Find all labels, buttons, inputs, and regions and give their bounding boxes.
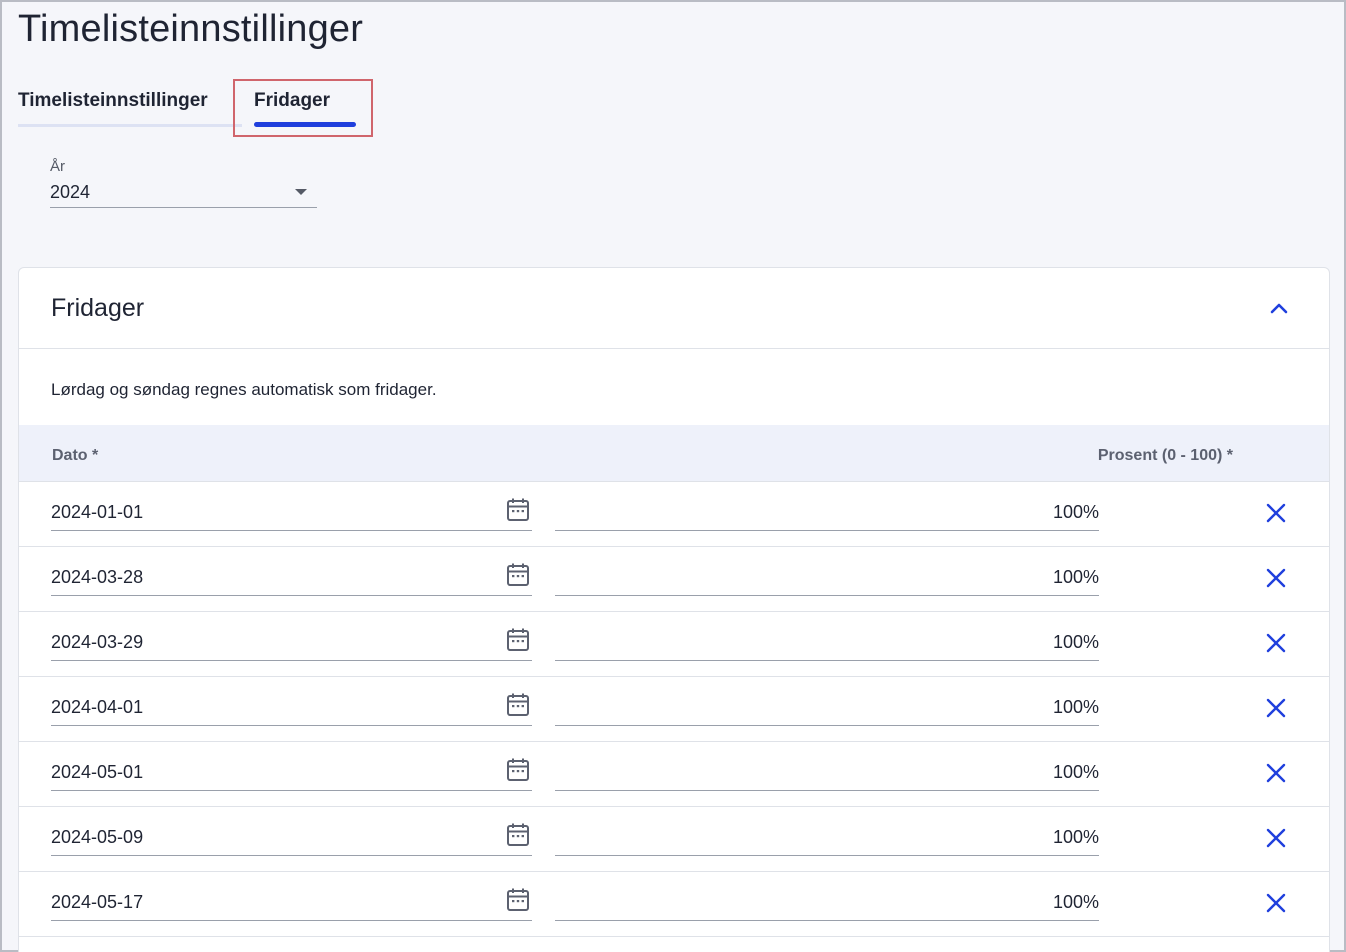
date-value: 2024-04-01 bbox=[51, 697, 144, 717]
date-value: 2024-05-01 bbox=[51, 762, 144, 782]
percent-input[interactable]: 100% bbox=[555, 497, 1099, 531]
percent-input-underline bbox=[555, 725, 1099, 726]
date-input[interactable]: 2024-03-29 bbox=[51, 627, 532, 661]
date-input-underline bbox=[51, 660, 532, 661]
date-value: 2024-05-17 bbox=[51, 892, 144, 912]
date-value: 2024-01-01 bbox=[51, 502, 144, 522]
calendar-icon[interactable] bbox=[506, 562, 530, 588]
percent-input[interactable]: 100% bbox=[555, 887, 1099, 921]
date-input-underline bbox=[51, 920, 532, 921]
table-row: 2024-01-01 100% bbox=[19, 482, 1329, 547]
table-row: 2024-05-01 100% bbox=[19, 742, 1329, 807]
table-row: 2024-03-28 100% bbox=[19, 547, 1329, 612]
column-header-date: Dato * bbox=[52, 447, 99, 464]
date-input-underline bbox=[51, 725, 532, 726]
close-icon[interactable] bbox=[1265, 632, 1287, 654]
percent-input-underline bbox=[555, 855, 1099, 856]
table-header: Dato * Prosent (0 - 100) * bbox=[19, 425, 1329, 482]
tab-timelisteinnstillinger[interactable]: Timelisteinnstillinger bbox=[18, 90, 208, 112]
date-input-underline bbox=[51, 595, 532, 596]
percent-value: 100% bbox=[1052, 762, 1099, 782]
close-icon[interactable] bbox=[1265, 892, 1287, 914]
date-input[interactable]: 2024-05-17 bbox=[51, 887, 532, 921]
percent-input-underline bbox=[555, 920, 1099, 921]
percent-input-underline bbox=[555, 660, 1099, 661]
chevron-up-icon[interactable] bbox=[1267, 298, 1291, 318]
card-header[interactable]: Fridager bbox=[19, 268, 1329, 349]
year-select[interactable]: År 2024 bbox=[50, 156, 317, 208]
caret-down-icon bbox=[295, 189, 307, 195]
date-input[interactable]: 2024-05-01 bbox=[51, 757, 532, 791]
percent-value: 100% bbox=[1052, 892, 1099, 912]
column-header-percent: Prosent (0 - 100) * bbox=[1097, 447, 1233, 464]
calendar-icon[interactable] bbox=[506, 497, 530, 523]
percent-value: 100% bbox=[1052, 502, 1099, 522]
percent-input-underline bbox=[555, 530, 1099, 531]
percent-input[interactable]: 100% bbox=[555, 757, 1099, 791]
table-row: 2024-05-17 100% bbox=[19, 872, 1329, 937]
close-icon[interactable] bbox=[1265, 827, 1287, 849]
close-icon[interactable] bbox=[1265, 567, 1287, 589]
date-input[interactable]: 2024-01-01 bbox=[51, 497, 532, 531]
date-input[interactable]: 2024-04-01 bbox=[51, 692, 532, 726]
calendar-icon[interactable] bbox=[506, 887, 530, 913]
year-select-value: 2024 bbox=[50, 182, 91, 202]
page-title: Timelisteinnstillinger bbox=[18, 8, 364, 50]
close-icon[interactable] bbox=[1265, 502, 1287, 524]
holiday-rows: 2024-01-01 100% 2024-03-28 100% 2024-03-… bbox=[19, 482, 1329, 937]
year-select-underline bbox=[50, 207, 317, 208]
percent-input[interactable]: 100% bbox=[555, 627, 1099, 661]
card-title: Fridager bbox=[51, 294, 145, 322]
fridager-card: Fridager Lørdag og søndag regnes automat… bbox=[18, 267, 1330, 952]
date-input-underline bbox=[51, 790, 532, 791]
percent-input-underline bbox=[555, 790, 1099, 791]
date-input-underline bbox=[51, 530, 532, 531]
percent-input-underline bbox=[555, 595, 1099, 596]
tab-highlight-box bbox=[233, 79, 373, 137]
calendar-icon[interactable] bbox=[506, 692, 530, 718]
date-value: 2024-03-28 bbox=[51, 567, 144, 587]
percent-input[interactable]: 100% bbox=[555, 692, 1099, 726]
calendar-icon[interactable] bbox=[506, 757, 530, 783]
percent-input[interactable]: 100% bbox=[555, 562, 1099, 596]
calendar-icon[interactable] bbox=[506, 822, 530, 848]
percent-value: 100% bbox=[1052, 827, 1099, 847]
date-value: 2024-05-09 bbox=[51, 827, 144, 847]
percent-value: 100% bbox=[1052, 567, 1099, 587]
table-row: 2024-03-29 100% bbox=[19, 612, 1329, 677]
date-value: 2024-03-29 bbox=[51, 632, 144, 652]
close-icon[interactable] bbox=[1265, 762, 1287, 784]
date-input[interactable]: 2024-05-09 bbox=[51, 822, 532, 856]
calendar-icon[interactable] bbox=[506, 627, 530, 653]
date-input-underline bbox=[51, 855, 532, 856]
table-row: 2024-05-09 100% bbox=[19, 807, 1329, 872]
date-input[interactable]: 2024-03-28 bbox=[51, 562, 532, 596]
year-select-label: År bbox=[50, 158, 65, 175]
info-text: Lørdag og søndag regnes automatisk som f… bbox=[51, 380, 437, 399]
table-row: 2024-04-01 100% bbox=[19, 677, 1329, 742]
percent-value: 100% bbox=[1052, 632, 1099, 652]
tab-underline bbox=[18, 124, 242, 127]
percent-input[interactable]: 100% bbox=[555, 822, 1099, 856]
close-icon[interactable] bbox=[1265, 697, 1287, 719]
percent-value: 100% bbox=[1052, 697, 1099, 717]
